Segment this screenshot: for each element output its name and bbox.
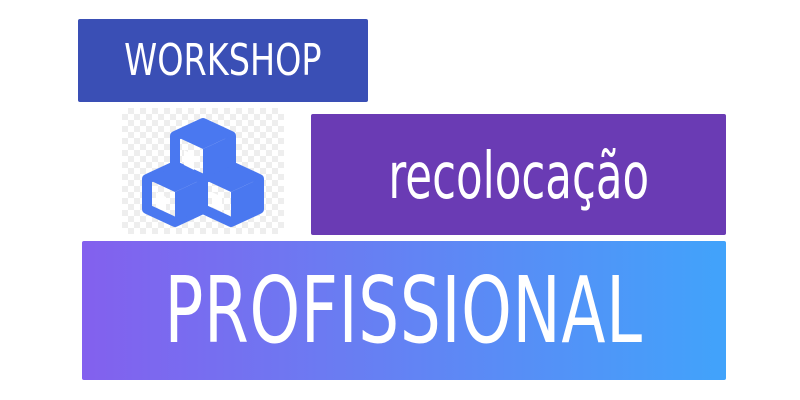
profissional-label: PROFISSIONAL (164, 257, 644, 364)
cubes-icon (142, 118, 264, 227)
recolocacao-banner: recolocação (311, 114, 726, 235)
profissional-banner: PROFISSIONAL (82, 241, 726, 380)
logo (122, 108, 284, 234)
recolocacao-label: recolocação (388, 139, 649, 214)
workshop-label: WORKSHOP (124, 35, 322, 86)
workshop-banner: WORKSHOP (78, 19, 368, 102)
banner-canvas: WORKSHOP recolocação PROFISSIONAL (0, 0, 800, 400)
